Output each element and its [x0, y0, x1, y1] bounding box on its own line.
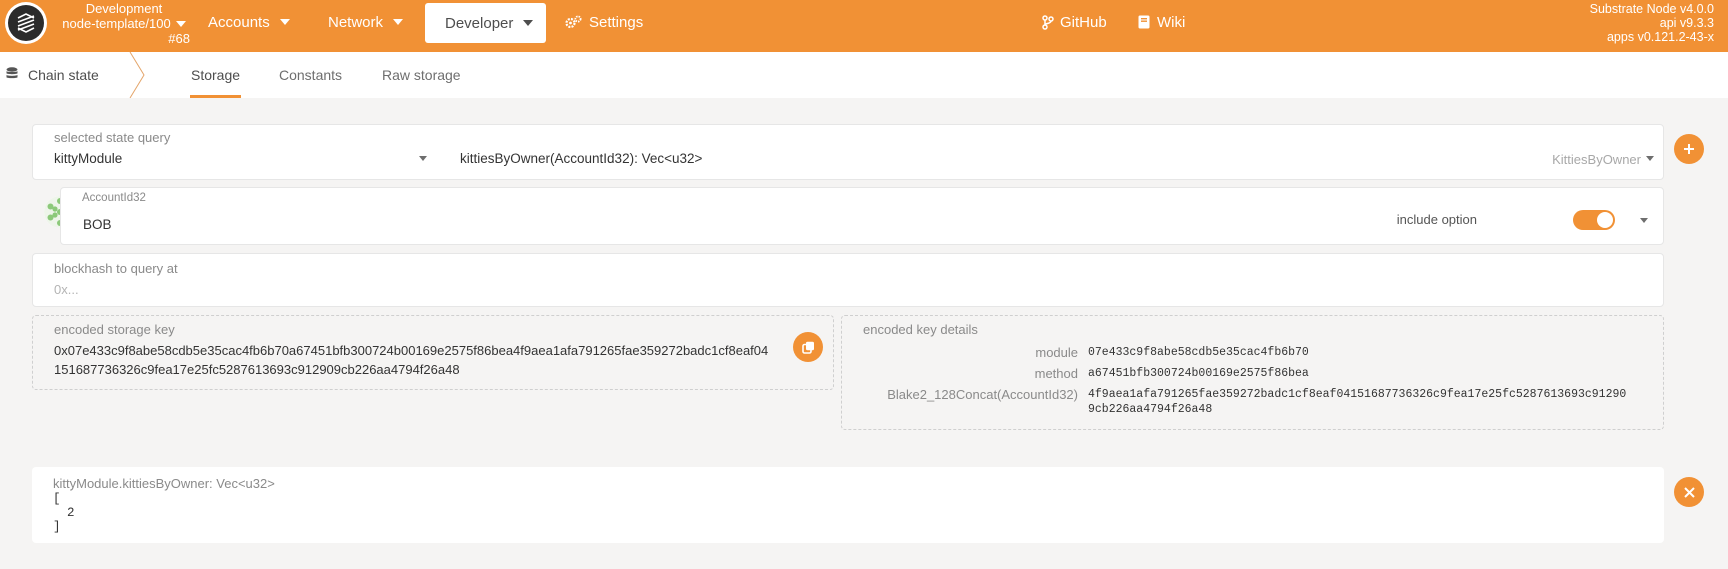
section-title: Chain state [28, 67, 99, 83]
remove-query-button[interactable] [1674, 477, 1704, 507]
copy-icon [801, 341, 814, 354]
method-signature: kittiesByOwner(AccountId32): Vec<u32> [460, 151, 703, 166]
account-label: AccountId32 [82, 192, 146, 204]
method-name: KittiesByOwner [1552, 152, 1641, 167]
book-icon [1138, 15, 1150, 29]
method-key-label: method [1034, 366, 1078, 381]
nav-network[interactable]: Network [328, 0, 404, 44]
module-select[interactable]: kittyModule [33, 143, 433, 179]
chevron-down-icon [393, 19, 404, 25]
apps-version: apps v0.121.2-43-x [1606, 30, 1714, 44]
tab-constants[interactable]: Constants [279, 52, 342, 98]
method-select[interactable]: kittiesByOwner(AccountId32): Vec<u32> Ki… [448, 143, 1665, 179]
state-query-card: selected state query kittyModule kitties… [32, 124, 1664, 180]
gears-icon [565, 15, 582, 29]
nav-settings[interactable]: Settings [565, 0, 643, 44]
method-key-value: a67451bfb300724b00169e2575f86bea [1088, 367, 1309, 380]
api-version: api v9.3.3 [1659, 16, 1714, 30]
node-name: Substrate Node v4.0.0 [1589, 2, 1714, 16]
module-key-value: 07e433c9f8abe58cdb5e35cac4fb6b70 [1088, 346, 1309, 359]
chevron-down-icon[interactable] [1640, 218, 1648, 223]
nav-developer[interactable]: Developer [425, 3, 546, 43]
chevron-down-icon [279, 19, 290, 25]
plus-icon [1684, 144, 1694, 154]
include-option-label: include option [1396, 212, 1477, 227]
key-details-card: encoded key details module 07e433c9f8abe… [841, 315, 1664, 430]
hasher-key-label: Blake2_128Concat(AccountId32) [887, 387, 1078, 402]
code-branch-icon [1042, 14, 1054, 30]
best-block: #68 [168, 31, 190, 46]
hasher-key-value-line-1: 4f9aea1afa791265fae359272badc1cf8eaf0415… [1088, 388, 1627, 401]
top-nav: Development node-template/100 #68 Accoun… [0, 0, 1728, 52]
link-wiki[interactable]: Wiki [1138, 0, 1185, 44]
breadcrumb-separator-icon [129, 52, 145, 98]
chain-name: Development [85, 1, 163, 16]
result-value: [ 2 ] [53, 492, 75, 534]
database-icon [6, 66, 18, 84]
blockhash-card[interactable]: blockhash to query at 0x... [32, 253, 1664, 307]
chevron-down-icon [523, 20, 534, 26]
nav-accounts[interactable]: Accounts [208, 0, 290, 44]
hasher-key-value-line-2: 9cb226aa4794f26a48 [1088, 403, 1213, 416]
blockhash-label: blockhash to query at [54, 261, 178, 276]
sub-nav: Chain state Storage Constants Raw storag… [0, 52, 1728, 98]
tab-raw-storage[interactable]: Raw storage [382, 52, 461, 98]
tab-constants-label: Constants [279, 67, 343, 83]
storage-key-label: encoded storage key [54, 322, 175, 337]
tab-storage-label: Storage [191, 67, 241, 83]
link-wiki-label: Wiki [1157, 13, 1186, 31]
link-github-label: GitHub [1060, 13, 1107, 31]
nav-settings-label: Settings [589, 13, 644, 31]
include-option-toggle[interactable] [1573, 210, 1615, 230]
section-chain-state: Chain state [6, 52, 99, 98]
module-key-label: module [1035, 345, 1078, 360]
tab-raw-storage-label: Raw storage [382, 67, 461, 83]
nav-developer-label: Developer [445, 14, 514, 32]
result-item: 2 [67, 506, 75, 520]
account-input-card[interactable]: AccountId32 BOB include option [60, 187, 1664, 245]
blockhash-input[interactable]: 0x... [54, 282, 79, 297]
module-value: kittyModule [54, 151, 123, 166]
key-details-label: encoded key details [863, 322, 978, 337]
chevron-down-icon [175, 20, 186, 27]
substrate-logo-icon[interactable] [5, 2, 47, 44]
result-close-bracket: ] [53, 520, 61, 534]
account-value: BOB [83, 217, 112, 232]
close-icon [1683, 486, 1695, 498]
tab-storage[interactable]: Storage [190, 52, 242, 98]
node-info: Substrate Node v4.0.0 api v9.3.3 apps v0… [1590, 2, 1714, 44]
chevron-down-icon [419, 156, 427, 161]
query-result-card: kittyModule.kittiesByOwner: Vec<u32> [ 2… [32, 467, 1664, 543]
chevron-down-icon [1646, 156, 1654, 161]
storage-key-card: encoded storage key 0x07e433c9f8abe58cdb… [32, 315, 834, 390]
copy-button[interactable] [793, 332, 823, 362]
add-query-button[interactable] [1674, 134, 1704, 164]
result-open-bracket: [ [53, 492, 61, 506]
runtime-version: node-template/100 [62, 16, 171, 31]
chain-selector[interactable]: Development node-template/100 #68 [50, 1, 198, 46]
storage-key-line-1: 0x07e433c9f8abe58cdb5e35cac4fb6b70a67451… [54, 343, 769, 358]
storage-key-line-2: 151687736326c9fea17e25fc5287613693c91290… [54, 362, 460, 377]
nav-accounts-label: Accounts [208, 13, 270, 31]
nav-network-label: Network [328, 13, 384, 31]
link-github[interactable]: GitHub [1042, 0, 1107, 44]
result-label: kittyModule.kittiesByOwner: Vec<u32> [53, 476, 275, 491]
